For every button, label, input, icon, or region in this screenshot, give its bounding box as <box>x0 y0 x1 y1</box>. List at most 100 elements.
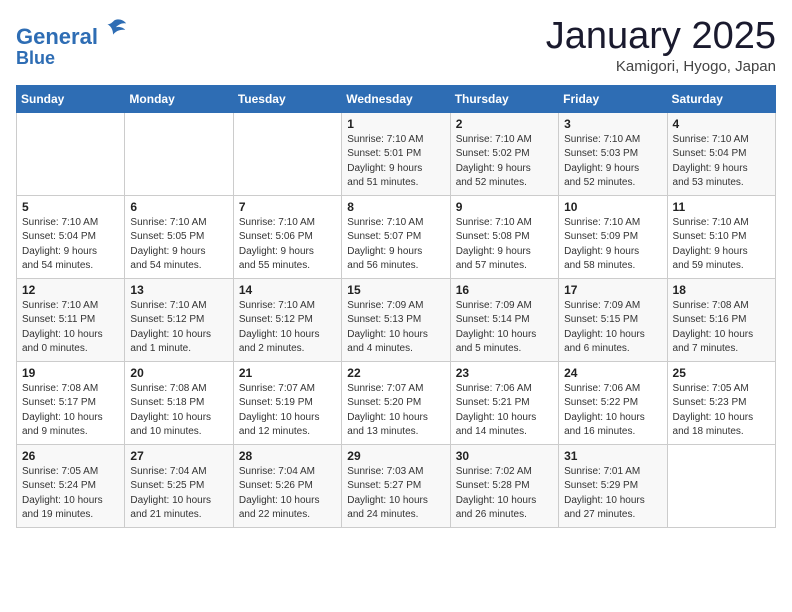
day-number: 14 <box>239 283 336 297</box>
day-cell: 14 Sunrise: 7:10 AM Sunset: 5:12 PM Dayli… <box>233 278 341 361</box>
day-number: 22 <box>347 366 444 380</box>
day-cell: 26 Sunrise: 7:05 AM Sunset: 5:24 PM Dayli… <box>17 444 125 527</box>
day-number: 1 <box>347 117 444 131</box>
day-number: 11 <box>673 200 770 214</box>
col-wednesday: Wednesday <box>342 85 450 112</box>
calendar-table: Sunday Monday Tuesday Wednesday Thursday… <box>16 85 776 528</box>
day-number: 16 <box>456 283 553 297</box>
day-content: Sunrise: 7:10 AM Sunset: 5:12 PM Dayligh… <box>130 299 227 357</box>
day-number: 31 <box>564 449 661 463</box>
day-cell: 18 Sunrise: 7:08 AM Sunset: 5:16 PM Dayli… <box>667 278 775 361</box>
day-content: Sunrise: 7:10 AM Sunset: 5:05 PM Dayligh… <box>130 216 227 274</box>
day-content: Sunrise: 7:05 AM Sunset: 5:24 PM Dayligh… <box>22 465 119 523</box>
day-content: Sunrise: 7:10 AM Sunset: 5:03 PM Dayligh… <box>564 133 661 191</box>
day-content: Sunrise: 7:04 AM Sunset: 5:25 PM Dayligh… <box>130 465 227 523</box>
week-row-2: 12Sunrise: 7:10 AM Sunset: 5:11 PM Dayli… <box>17 278 776 361</box>
day-number: 8 <box>347 200 444 214</box>
page-header: General Blue January 2025 Kamigori, Hyog… <box>16 16 776 75</box>
day-content: Sunrise: 7:10 AM Sunset: 5:09 PM Dayligh… <box>564 216 661 274</box>
day-number: 24 <box>564 366 661 380</box>
day-cell: 7Sunrise: 7:10 AM Sunset: 5:06 PM Daylig… <box>233 195 341 278</box>
day-content: Sunrise: 7:10 AM Sunset: 5:08 PM Dayligh… <box>456 216 553 274</box>
day-cell: 22 Sunrise: 7:07 AM Sunset: 5:20 PM Dayli… <box>342 361 450 444</box>
day-content: Sunrise: 7:01 AM Sunset: 5:29 PM Dayligh… <box>564 465 661 523</box>
logo-line1: General <box>16 24 98 49</box>
day-cell <box>17 112 125 195</box>
day-number: 13 <box>130 283 227 297</box>
day-cell: 16 Sunrise: 7:09 AM Sunset: 5:14 PM Dayli… <box>450 278 558 361</box>
day-number: 26 <box>22 449 119 463</box>
week-row-1: 5Sunrise: 7:10 AM Sunset: 5:04 PM Daylig… <box>17 195 776 278</box>
day-number: 28 <box>239 449 336 463</box>
day-number: 23 <box>456 366 553 380</box>
day-content: Sunrise: 7:09 AM Sunset: 5:14 PM Dayligh… <box>456 299 553 357</box>
day-content: Sunrise: 7:08 AM Sunset: 5:18 PM Dayligh… <box>130 382 227 440</box>
day-content: Sunrise: 7:07 AM Sunset: 5:20 PM Dayligh… <box>347 382 444 440</box>
col-sunday: Sunday <box>17 85 125 112</box>
month-title: January 2025 <box>546 16 776 58</box>
day-content: Sunrise: 7:06 AM Sunset: 5:22 PM Dayligh… <box>564 382 661 440</box>
day-content: Sunrise: 7:10 AM Sunset: 5:04 PM Dayligh… <box>22 216 119 274</box>
title-block: January 2025 Kamigori, Hyogo, Japan <box>546 16 776 75</box>
week-row-0: 1 Sunrise: 7:10 AM Sunset: 5:01 PM Daylig… <box>17 112 776 195</box>
day-cell: 27Sunrise: 7:04 AM Sunset: 5:25 PM Dayli… <box>125 444 233 527</box>
day-cell: 15 Sunrise: 7:09 AM Sunset: 5:13 PM Dayli… <box>342 278 450 361</box>
col-thursday: Thursday <box>450 85 558 112</box>
day-content: Sunrise: 7:09 AM Sunset: 5:15 PM Dayligh… <box>564 299 661 357</box>
day-cell: 1 Sunrise: 7:10 AM Sunset: 5:01 PM Daylig… <box>342 112 450 195</box>
logo-line2: Blue <box>16 49 128 69</box>
calendar-body: 1 Sunrise: 7:10 AM Sunset: 5:01 PM Daylig… <box>17 112 776 527</box>
day-content: Sunrise: 7:10 AM Sunset: 5:02 PM Dayligh… <box>456 133 553 191</box>
day-content: Sunrise: 7:03 AM Sunset: 5:27 PM Dayligh… <box>347 465 444 523</box>
day-cell: 5Sunrise: 7:10 AM Sunset: 5:04 PM Daylig… <box>17 195 125 278</box>
week-row-3: 19Sunrise: 7:08 AM Sunset: 5:17 PM Dayli… <box>17 361 776 444</box>
week-row-4: 26 Sunrise: 7:05 AM Sunset: 5:24 PM Dayli… <box>17 444 776 527</box>
day-cell: 12Sunrise: 7:10 AM Sunset: 5:11 PM Dayli… <box>17 278 125 361</box>
day-cell <box>233 112 341 195</box>
logo-bird-icon <box>100 16 128 44</box>
days-of-week-row: Sunday Monday Tuesday Wednesday Thursday… <box>17 85 776 112</box>
day-number: 2 <box>456 117 553 131</box>
logo-text: General <box>16 16 128 49</box>
day-cell <box>125 112 233 195</box>
day-cell: 6Sunrise: 7:10 AM Sunset: 5:05 PM Daylig… <box>125 195 233 278</box>
logo: General Blue <box>16 16 128 69</box>
day-cell: 17Sunrise: 7:09 AM Sunset: 5:15 PM Dayli… <box>559 278 667 361</box>
col-tuesday: Tuesday <box>233 85 341 112</box>
day-cell: 23 Sunrise: 7:06 AM Sunset: 5:21 PM Dayli… <box>450 361 558 444</box>
day-number: 4 <box>673 117 770 131</box>
day-cell: 25Sunrise: 7:05 AM Sunset: 5:23 PM Dayli… <box>667 361 775 444</box>
day-content: Sunrise: 7:10 AM Sunset: 5:11 PM Dayligh… <box>22 299 119 357</box>
day-number: 15 <box>347 283 444 297</box>
day-cell: 24 Sunrise: 7:06 AM Sunset: 5:22 PM Dayli… <box>559 361 667 444</box>
day-cell: 3 Sunrise: 7:10 AM Sunset: 5:03 PM Daylig… <box>559 112 667 195</box>
day-content: Sunrise: 7:06 AM Sunset: 5:21 PM Dayligh… <box>456 382 553 440</box>
day-cell: 19Sunrise: 7:08 AM Sunset: 5:17 PM Dayli… <box>17 361 125 444</box>
day-content: Sunrise: 7:09 AM Sunset: 5:13 PM Dayligh… <box>347 299 444 357</box>
day-content: Sunrise: 7:10 AM Sunset: 5:01 PM Dayligh… <box>347 133 444 191</box>
day-cell: 29 Sunrise: 7:03 AM Sunset: 5:27 PM Dayli… <box>342 444 450 527</box>
day-cell: 30 Sunrise: 7:02 AM Sunset: 5:28 PM Dayli… <box>450 444 558 527</box>
day-cell: 13 Sunrise: 7:10 AM Sunset: 5:12 PM Dayli… <box>125 278 233 361</box>
day-cell: 8Sunrise: 7:10 AM Sunset: 5:07 PM Daylig… <box>342 195 450 278</box>
day-number: 30 <box>456 449 553 463</box>
day-cell: 20Sunrise: 7:08 AM Sunset: 5:18 PM Dayli… <box>125 361 233 444</box>
day-content: Sunrise: 7:07 AM Sunset: 5:19 PM Dayligh… <box>239 382 336 440</box>
day-number: 18 <box>673 283 770 297</box>
day-content: Sunrise: 7:05 AM Sunset: 5:23 PM Dayligh… <box>673 382 770 440</box>
day-number: 3 <box>564 117 661 131</box>
day-content: Sunrise: 7:08 AM Sunset: 5:17 PM Dayligh… <box>22 382 119 440</box>
day-number: 29 <box>347 449 444 463</box>
day-content: Sunrise: 7:08 AM Sunset: 5:16 PM Dayligh… <box>673 299 770 357</box>
day-content: Sunrise: 7:02 AM Sunset: 5:28 PM Dayligh… <box>456 465 553 523</box>
day-cell: 21Sunrise: 7:07 AM Sunset: 5:19 PM Dayli… <box>233 361 341 444</box>
day-content: Sunrise: 7:10 AM Sunset: 5:04 PM Dayligh… <box>673 133 770 191</box>
day-cell <box>667 444 775 527</box>
day-content: Sunrise: 7:04 AM Sunset: 5:26 PM Dayligh… <box>239 465 336 523</box>
col-monday: Monday <box>125 85 233 112</box>
day-content: Sunrise: 7:10 AM Sunset: 5:10 PM Dayligh… <box>673 216 770 274</box>
location: Kamigori, Hyogo, Japan <box>546 58 776 75</box>
col-saturday: Saturday <box>667 85 775 112</box>
day-content: Sunrise: 7:10 AM Sunset: 5:12 PM Dayligh… <box>239 299 336 357</box>
day-cell: 31 Sunrise: 7:01 AM Sunset: 5:29 PM Dayli… <box>559 444 667 527</box>
